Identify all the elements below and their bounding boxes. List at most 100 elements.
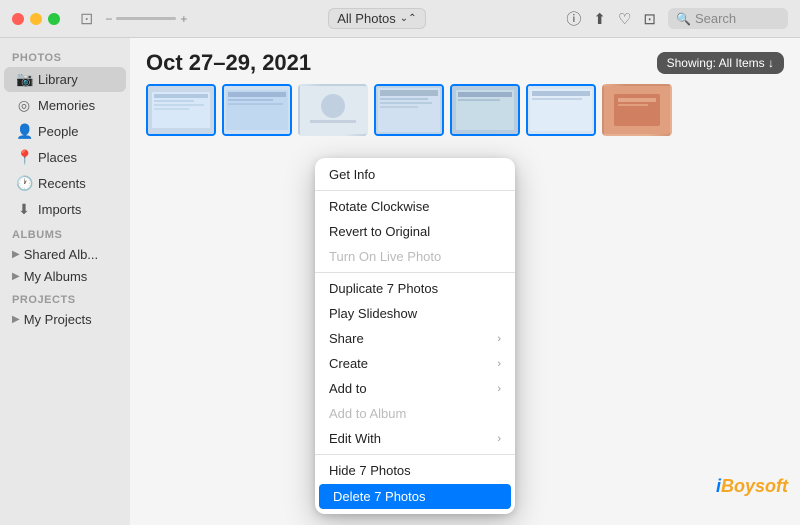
photo-thumb-7[interactable] xyxy=(602,84,672,136)
menu-revert-to-original[interactable]: Revert to Original xyxy=(315,219,515,244)
all-photos-dropdown[interactable]: All Photos ⌄⌃ xyxy=(328,8,425,29)
frame-icon[interactable]: ⊡ xyxy=(80,9,93,29)
titlebar-right: ⓘ ⬆ ♡ ⊡ 🔍 Search xyxy=(566,8,788,29)
share-label: Share xyxy=(329,331,364,346)
main-layout: Photos 📷 Library ◎ Memories 👤 People 📍 P… xyxy=(0,38,800,525)
content-area: Oct 27–29, 2021 Showing: All Items ↓ xyxy=(130,38,800,525)
edit-with-arrow: › xyxy=(497,433,501,445)
menu-add-to[interactable]: Add to › xyxy=(315,376,515,401)
add-to-arrow: › xyxy=(497,383,501,395)
my-projects-label: My Projects xyxy=(24,312,92,327)
projects-section-label: Projects xyxy=(0,288,130,308)
all-photos-label: All Photos xyxy=(337,11,396,26)
albums-section-label: Albums xyxy=(0,223,130,243)
search-icon: 🔍 xyxy=(676,12,691,26)
recents-icon: 🕐 xyxy=(16,175,32,192)
thumb-inner-3 xyxy=(300,86,366,134)
content-header: Oct 27–29, 2021 Showing: All Items ↓ xyxy=(130,38,800,84)
sidebar-item-shared-albums[interactable]: ▶ Shared Alb... xyxy=(4,244,126,265)
add-to-album-label: Add to Album xyxy=(329,406,406,421)
shared-albums-arrow: ▶ xyxy=(12,249,20,260)
titlebar-controls: ⊡ − + xyxy=(80,9,187,29)
plus-icon[interactable]: + xyxy=(180,12,187,26)
menu-play-slideshow[interactable]: Play Slideshow xyxy=(315,301,515,326)
thumb-inner-1 xyxy=(148,86,214,134)
menu-create[interactable]: Create › xyxy=(315,351,515,376)
my-albums-arrow: ▶ xyxy=(12,271,20,282)
info-icon[interactable]: ⓘ xyxy=(566,8,581,29)
menu-edit-with[interactable]: Edit With › xyxy=(315,426,515,451)
photos-section-label: Photos xyxy=(0,46,130,66)
thumb-inner-2 xyxy=(224,86,290,134)
sidebar-item-imports[interactable]: ⬇ Imports xyxy=(4,197,126,222)
menu-get-info[interactable]: Get Info xyxy=(315,162,515,187)
titlebar: ⊡ − + All Photos ⌄⌃ ⓘ ⬆ ♡ ⊡ 🔍 Search xyxy=(0,0,800,38)
minimize-button[interactable] xyxy=(30,13,42,25)
places-label: Places xyxy=(38,150,114,165)
revert-to-original-label: Revert to Original xyxy=(329,224,430,239)
photo-thumb-2[interactable] xyxy=(222,84,292,136)
photo-thumb-6[interactable] xyxy=(526,84,596,136)
sidebar-item-places[interactable]: 📍 Places xyxy=(4,145,126,170)
imports-label: Imports xyxy=(38,202,114,217)
zoom-slider[interactable] xyxy=(116,17,176,20)
showing-label: Showing: All Items ↓ xyxy=(667,56,774,70)
sidebar-item-people[interactable]: 👤 People xyxy=(4,119,126,144)
people-label: People xyxy=(38,124,114,139)
delete-photos-label: Delete 7 Photos xyxy=(333,489,426,504)
menu-rotate-clockwise[interactable]: Rotate Clockwise xyxy=(315,194,515,219)
thumb-inner-5 xyxy=(452,86,518,134)
sidebar-item-recents[interactable]: 🕐 Recents xyxy=(4,171,126,196)
menu-hide-photos[interactable]: Hide 7 Photos xyxy=(315,458,515,483)
close-button[interactable] xyxy=(12,13,24,25)
memories-label: Memories xyxy=(38,98,114,113)
search-box[interactable]: 🔍 Search xyxy=(668,8,788,29)
duplicate-label: Duplicate 7 Photos xyxy=(329,281,438,296)
titlebar-center: All Photos ⌄⌃ xyxy=(195,8,558,29)
my-albums-label: My Albums xyxy=(24,269,88,284)
menu-share[interactable]: Share › xyxy=(315,326,515,351)
sidebar-item-my-projects[interactable]: ▶ My Projects xyxy=(4,309,126,330)
watermark: iBoysoft xyxy=(716,476,788,497)
heart-icon[interactable]: ♡ xyxy=(618,10,631,28)
share-icon[interactable]: ⬆ xyxy=(593,10,606,28)
chevron-icon: ⌄⌃ xyxy=(400,13,417,24)
maximize-button[interactable] xyxy=(48,13,60,25)
turn-on-live-photo-label: Turn On Live Photo xyxy=(329,249,441,264)
get-info-label: Get Info xyxy=(329,167,375,182)
minus-icon: − xyxy=(105,12,112,26)
sidebar-item-memories[interactable]: ◎ Memories xyxy=(4,93,126,118)
slider-area: − + xyxy=(105,12,187,26)
menu-separator-1 xyxy=(315,190,515,191)
showing-button[interactable]: Showing: All Items ↓ xyxy=(657,52,784,74)
sidebar: Photos 📷 Library ◎ Memories 👤 People 📍 P… xyxy=(0,38,130,525)
people-icon: 👤 xyxy=(16,123,32,140)
edit-with-label: Edit With xyxy=(329,431,381,446)
photo-thumb-5[interactable] xyxy=(450,84,520,136)
watermark-boysoft: Boysoft xyxy=(721,476,788,496)
places-icon: 📍 xyxy=(16,149,32,166)
library-icon: 📷 xyxy=(16,71,32,88)
play-slideshow-label: Play Slideshow xyxy=(329,306,417,321)
photo-thumb-3[interactable] xyxy=(298,84,368,136)
imports-icon: ⬇ xyxy=(16,201,32,218)
sidebar-item-library[interactable]: 📷 Library xyxy=(4,67,126,92)
thumb-inner-7 xyxy=(604,86,670,134)
context-menu: Get Info Rotate Clockwise Revert to Orig… xyxy=(315,158,515,514)
date-title: Oct 27–29, 2021 xyxy=(146,50,311,76)
shared-albums-label: Shared Alb... xyxy=(24,247,98,262)
menu-separator-2 xyxy=(315,272,515,273)
traffic-lights xyxy=(12,13,60,25)
recents-label: Recents xyxy=(38,176,114,191)
share-arrow: › xyxy=(497,333,501,345)
thumb-inner-6 xyxy=(528,86,594,134)
sidebar-item-my-albums[interactable]: ▶ My Albums xyxy=(4,266,126,287)
photo-thumb-1[interactable] xyxy=(146,84,216,136)
menu-delete-photos[interactable]: Delete 7 Photos xyxy=(319,484,511,509)
memories-icon: ◎ xyxy=(16,97,32,114)
menu-duplicate[interactable]: Duplicate 7 Photos xyxy=(315,276,515,301)
crop-icon[interactable]: ⊡ xyxy=(643,10,656,28)
create-label: Create xyxy=(329,356,368,371)
thumb-inner-4 xyxy=(376,86,442,134)
photo-thumb-4[interactable] xyxy=(374,84,444,136)
